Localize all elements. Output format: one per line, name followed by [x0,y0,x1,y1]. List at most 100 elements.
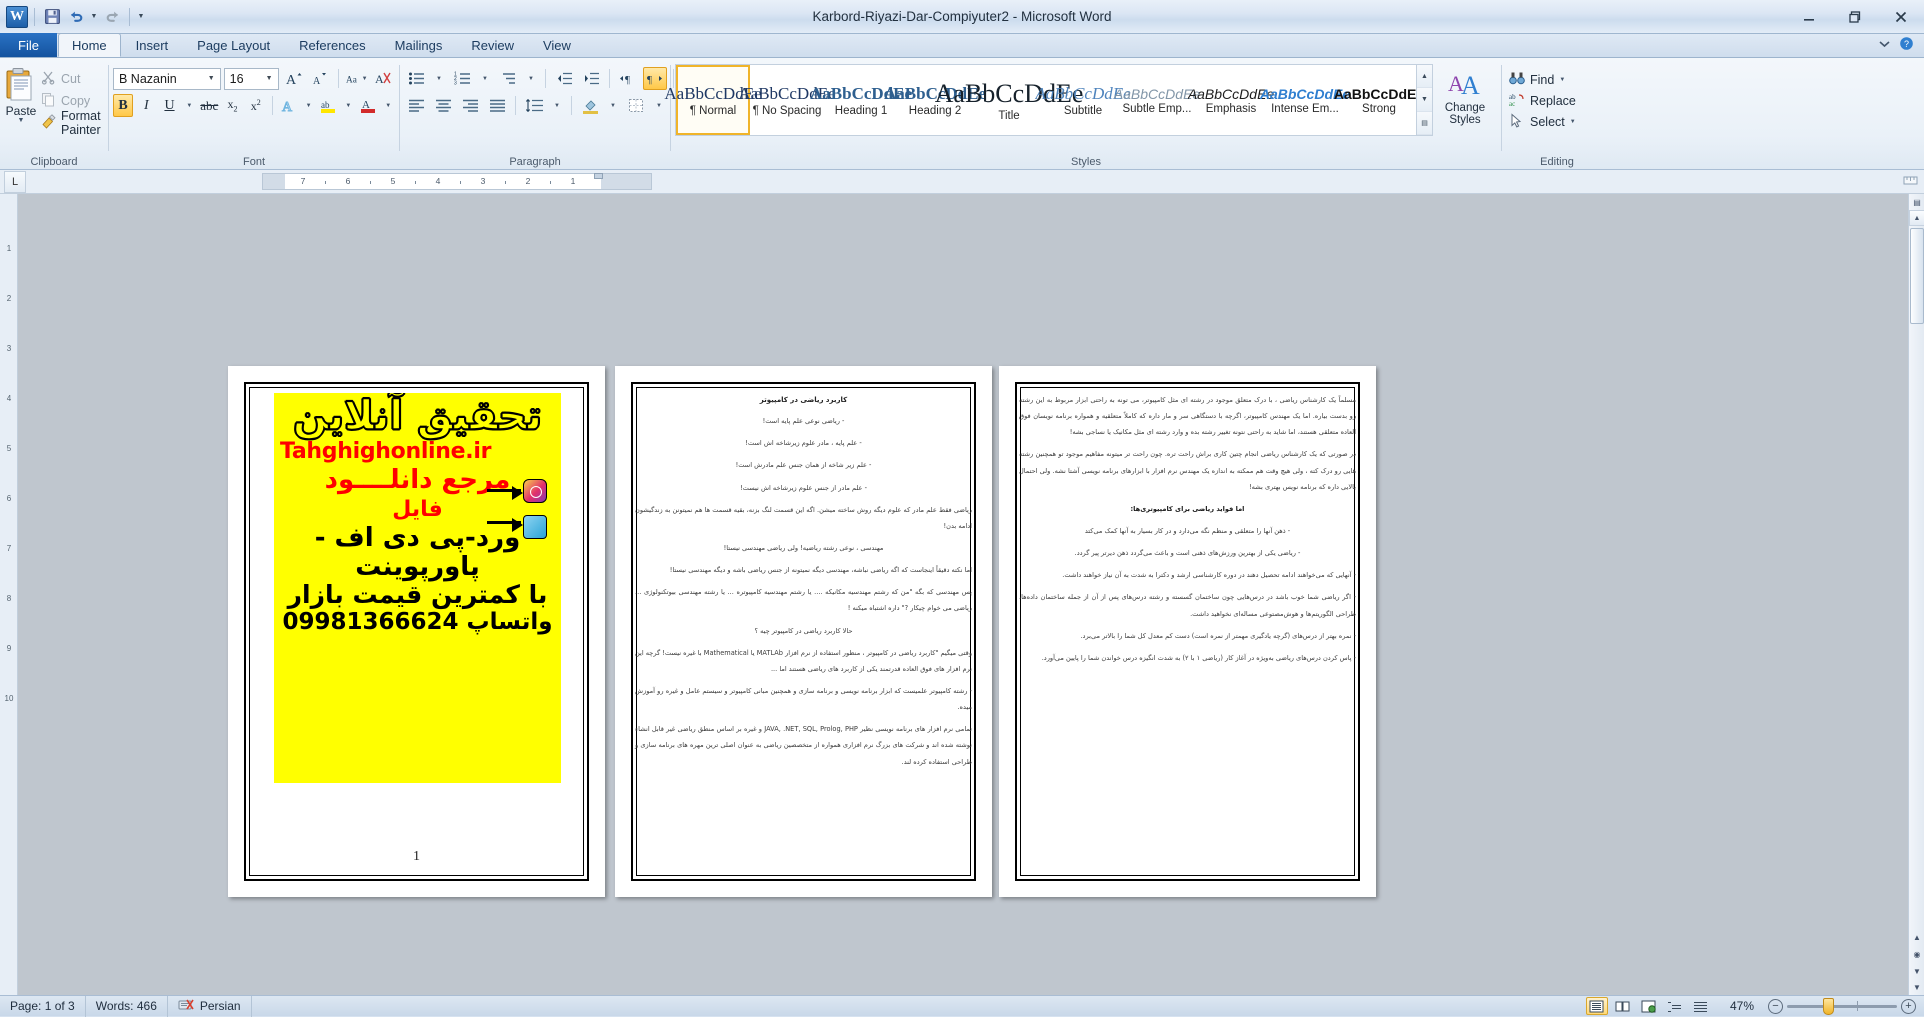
format-painter-button[interactable]: Format Painter [38,109,104,137]
scroll-down-icon[interactable]: ▼ [1417,88,1432,112]
document-page-2[interactable]: کاربرد ریاضی در کامپیوتر - ریاضی نوعی عل… [615,366,992,897]
indent-marker-icon[interactable] [594,173,603,179]
paste-button[interactable]: Paste ▼ [4,65,38,124]
bullets-dropdown-icon[interactable]: ▼ [431,67,447,90]
text-highlight-dropdown-icon[interactable]: ▼ [342,94,356,117]
word-count-indicator[interactable]: Words: 466 [86,995,168,1017]
text-effects-dropdown-icon[interactable]: ▼ [302,94,316,117]
undo-icon[interactable] [65,6,87,28]
outline-view-button[interactable] [1664,997,1686,1015]
web-layout-view-button[interactable] [1638,997,1660,1015]
numbering-dropdown-icon[interactable]: ▼ [477,67,493,90]
zoom-slider-thumb[interactable] [1823,997,1834,1015]
zoom-in-button[interactable]: + [1901,998,1916,1014]
ruler-toggle-icon[interactable] [1903,173,1918,191]
multilevel-list-icon[interactable] [496,67,520,90]
ltr-text-icon[interactable]: ¶ [616,67,640,90]
document-page-1[interactable]: تحقیق آنلاین Tahghighonline.ir مرجع دانل… [228,366,605,897]
shading-icon[interactable] [578,94,602,117]
page-3-text[interactable]: مسلماً یک کارشناس ریاضی ، با درک متعلق م… [1019,392,1356,877]
find-button[interactable]: Find ▼ [1506,69,1568,90]
strikethrough-icon[interactable]: abc [199,94,219,117]
align-left-icon[interactable] [404,94,428,117]
multilevel-list-dropdown-icon[interactable]: ▼ [523,67,539,90]
redo-icon[interactable] [101,6,123,28]
cut-button[interactable]: Cut [38,69,104,88]
style-strong[interactable]: AaBbCcDdEe Strong [1334,65,1424,135]
subscript-icon[interactable]: x2 [222,94,242,117]
page-2-text[interactable]: کاربرد ریاضی در کامپیوتر - ریاضی نوعی عل… [635,392,972,877]
shrink-font-icon[interactable]: A [308,67,331,90]
word-logo-icon[interactable]: W [6,5,28,28]
scrollbar-thumb[interactable] [1910,228,1924,324]
more-styles-icon[interactable]: ▤ [1417,111,1432,135]
page-indicator[interactable]: Page: 1 of 3 [0,995,86,1017]
scroll-up-icon[interactable]: ▲ [1417,65,1432,89]
chevron-down-icon[interactable]: ▼ [263,75,276,82]
tab-view[interactable]: View [529,34,585,57]
tab-mailings[interactable]: Mailings [381,34,457,57]
tab-file[interactable]: File [0,33,57,57]
align-right-icon[interactable] [458,94,482,117]
undo-dropdown-icon[interactable]: ▼ [89,6,99,28]
font-size-combo[interactable]: 16 ▼ [223,67,279,90]
scroll-up-button[interactable]: ▲ [1909,210,1924,226]
horizontal-ruler[interactable]: 7 6 5 4 3 2 1 [262,173,652,190]
vertical-ruler[interactable]: 1 2 3 4 5 6 7 8 9 10 [0,194,18,995]
underline-icon[interactable]: U [159,94,179,117]
tab-references[interactable]: References [285,34,379,57]
previous-page-button[interactable]: ▲ [1909,929,1924,945]
italic-icon[interactable]: I [136,94,156,117]
decrease-indent-icon[interactable] [552,67,576,90]
justify-icon[interactable] [485,94,509,117]
scroll-down-button[interactable]: ▼ [1909,979,1924,995]
text-highlight-icon[interactable]: ab [318,94,338,117]
line-spacing-icon[interactable] [522,94,546,117]
paste-dropdown-icon[interactable]: ▼ [18,117,25,124]
style-emphasis[interactable]: AaBbCcDdEe Emphasis [1188,65,1274,135]
next-page-button[interactable]: ▼ [1909,963,1924,979]
superscript-icon[interactable]: x2 [246,94,266,117]
font-color-dropdown-icon[interactable]: ▼ [381,94,395,117]
underline-dropdown-icon[interactable]: ▼ [183,94,197,117]
select-dropdown-icon[interactable]: ▼ [1570,119,1576,125]
align-center-icon[interactable] [431,94,455,117]
vertical-scrollbar[interactable]: ▤ ▲ ▲ ◉ ▼ ▼ [1908,194,1924,995]
font-name-combo[interactable]: B Nazanin ▼ [113,67,221,90]
grow-font-icon[interactable]: A [282,67,305,90]
style-subtle-emphasis[interactable]: AaBbCcDdEe Subtle Emp... [1114,65,1200,135]
replace-button[interactable]: ab ac Replace [1506,90,1579,111]
zoom-out-button[interactable]: − [1768,998,1783,1014]
style-intense-emphasis[interactable]: AaBbCcDdEe Intense Em... [1260,65,1350,135]
print-layout-view-button[interactable] [1585,997,1608,1015]
close-button[interactable] [1878,0,1924,33]
style-subtitle[interactable]: AaBbCcDdEe Subtitle [1035,65,1130,135]
select-browse-object-button[interactable]: ◉ [1909,946,1924,962]
tab-home[interactable]: Home [57,33,121,57]
restore-button[interactable] [1832,0,1878,33]
document-page-3[interactable]: مسلماً یک کارشناس ریاضی ، با درک متعلق م… [999,366,1376,897]
styles-gallery-scroll[interactable]: ▲ ▼ ▤ [1416,65,1432,135]
zoom-level-label[interactable]: 47% [1730,999,1754,1013]
tab-page-layout[interactable]: Page Layout [183,34,284,57]
save-icon[interactable] [41,6,63,28]
change-styles-button[interactable]: AA Change Styles [1433,63,1497,126]
select-button[interactable]: Select ▼ [1506,111,1579,132]
zoom-slider[interactable] [1787,997,1897,1015]
minimize-ribbon-icon[interactable] [1878,37,1891,53]
document-canvas[interactable]: تحقیق آنلاین Tahghighonline.ir مرجع دانل… [18,194,1924,995]
copy-button[interactable]: Copy [38,91,104,110]
shading-dropdown-icon[interactable]: ▼ [605,94,621,117]
tab-review[interactable]: Review [457,34,528,57]
chevron-down-icon[interactable]: ▼ [205,75,218,82]
tab-insert[interactable]: Insert [122,34,183,57]
clear-formatting-icon[interactable]: A [372,67,395,90]
increase-indent-icon[interactable] [579,67,603,90]
line-spacing-dropdown-icon[interactable]: ▼ [549,94,565,117]
draft-view-button[interactable] [1690,997,1712,1015]
find-dropdown-icon[interactable]: ▼ [1559,77,1565,83]
font-color-icon[interactable]: A [358,94,378,117]
full-screen-reading-view-button[interactable] [1612,997,1634,1015]
numbering-icon[interactable]: 123 [450,67,474,90]
borders-icon[interactable] [624,94,648,117]
